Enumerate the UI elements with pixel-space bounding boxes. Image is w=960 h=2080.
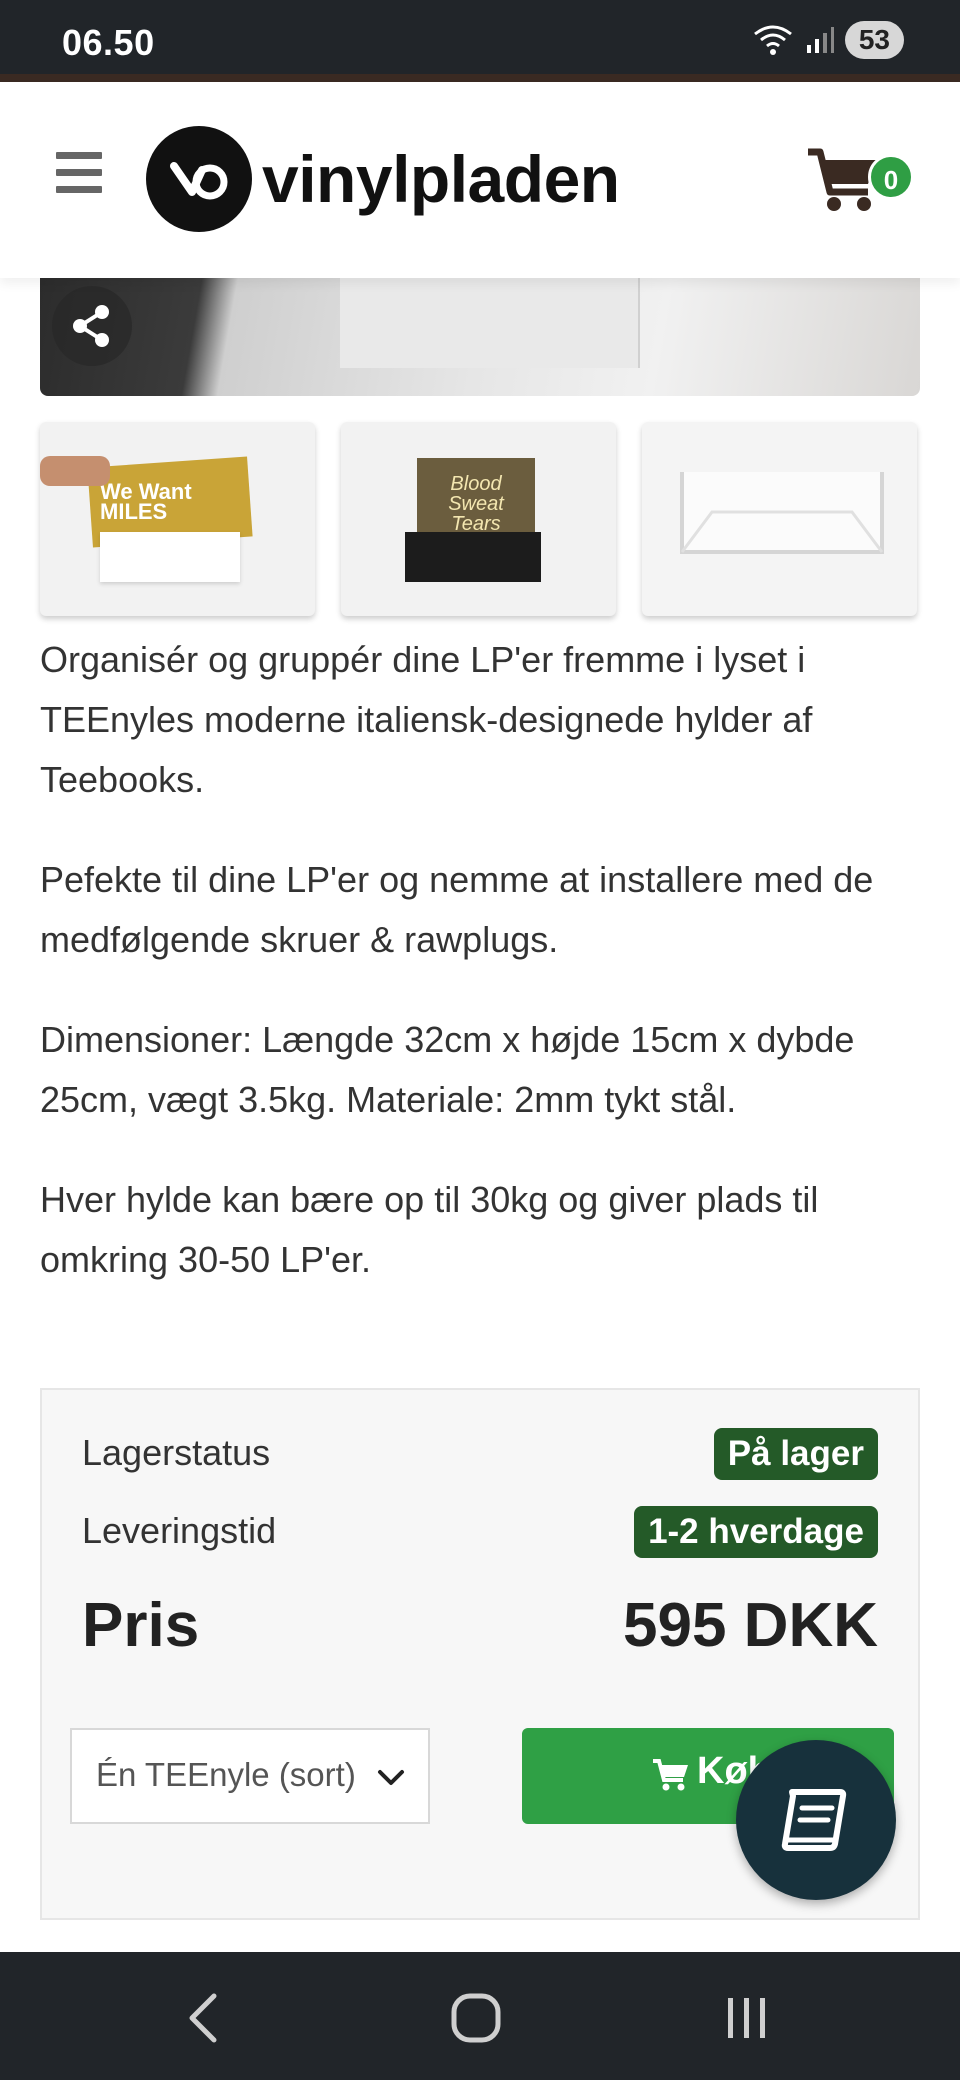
thumbnail-label: We Want MILES: [100, 479, 192, 524]
product-main-image[interactable]: [40, 278, 920, 396]
thumbnail-label: Blood Sweat Tears: [448, 473, 504, 535]
back-icon[interactable]: [176, 1988, 236, 2048]
status-time: 06.50: [62, 22, 155, 63]
status-icons: 53: [751, 20, 904, 60]
logo-mark-icon: [146, 126, 252, 232]
price-value: 595 DKK: [623, 1591, 878, 1660]
stock-label: Lagerstatus: [82, 1432, 271, 1473]
hero-shelf-graphic: [340, 278, 640, 368]
description-paragraph: Hver hylde kan bære op til 30kg og giver…: [40, 1179, 819, 1280]
stock-row: Lagerstatus På lager: [82, 1428, 878, 1482]
cart-button[interactable]: 0: [806, 146, 916, 226]
battery-indicator: 53: [844, 21, 904, 59]
price-row: Pris 595 DKK: [82, 1590, 878, 1670]
thumbnail-black-shelf-records[interactable]: Blood Sweat Tears: [341, 422, 616, 616]
home-icon[interactable]: [446, 1988, 506, 2048]
description-paragraph: Dimensioner: Længde 32cm x højde 15cm x …: [40, 1019, 855, 1120]
chevron-down-icon: [378, 1770, 404, 1785]
logo-text: vinylpladen: [262, 142, 620, 216]
status-bar: 06.50 53: [0, 0, 960, 80]
price-label: Pris: [82, 1591, 200, 1660]
signal-icon: [806, 27, 834, 53]
product-description: Organisér og gruppér dine LP'er fremme i…: [40, 630, 920, 1330]
thumbnail-empty-shelf[interactable]: [642, 422, 917, 616]
stock-status-badge: På lager: [713, 1428, 878, 1480]
variant-select[interactable]: Én TEEnyle (sort): [70, 1728, 430, 1824]
share-icon: [73, 305, 109, 347]
description-paragraph: Pefekte til dine LP'er og nemme at insta…: [40, 859, 874, 960]
delivery-label: Leveringstid: [82, 1510, 277, 1551]
menu-icon[interactable]: [56, 152, 102, 196]
description-paragraph: Organisér og gruppér dine LP'er fremme i…: [40, 639, 813, 800]
share-button[interactable]: [52, 286, 132, 366]
wifi-icon: [753, 25, 792, 55]
delivery-row: Leveringstid 1-2 hverdage: [82, 1506, 878, 1560]
site-header: vinylpladen 0: [0, 82, 960, 278]
variant-selected-value: Én TEEnyle (sort): [96, 1756, 356, 1793]
delivery-time-badge: 1-2 hverdage: [634, 1506, 878, 1558]
recents-icon[interactable]: [716, 1988, 776, 2048]
shelf-drawing: [680, 472, 884, 554]
cart-icon: [653, 1759, 688, 1791]
floating-help-button[interactable]: [736, 1740, 896, 1900]
thumbnail-gallery: We Want MILES Blood Sweat Tears: [40, 422, 920, 616]
status-divider: [0, 74, 960, 82]
thumbnail-white-shelf-records[interactable]: We Want MILES: [40, 422, 315, 616]
system-nav-bar: [0, 1952, 960, 2080]
cart-count-badge: 0: [868, 154, 914, 200]
book-icon: [781, 1789, 847, 1851]
site-logo[interactable]: vinylpladen: [146, 126, 620, 232]
